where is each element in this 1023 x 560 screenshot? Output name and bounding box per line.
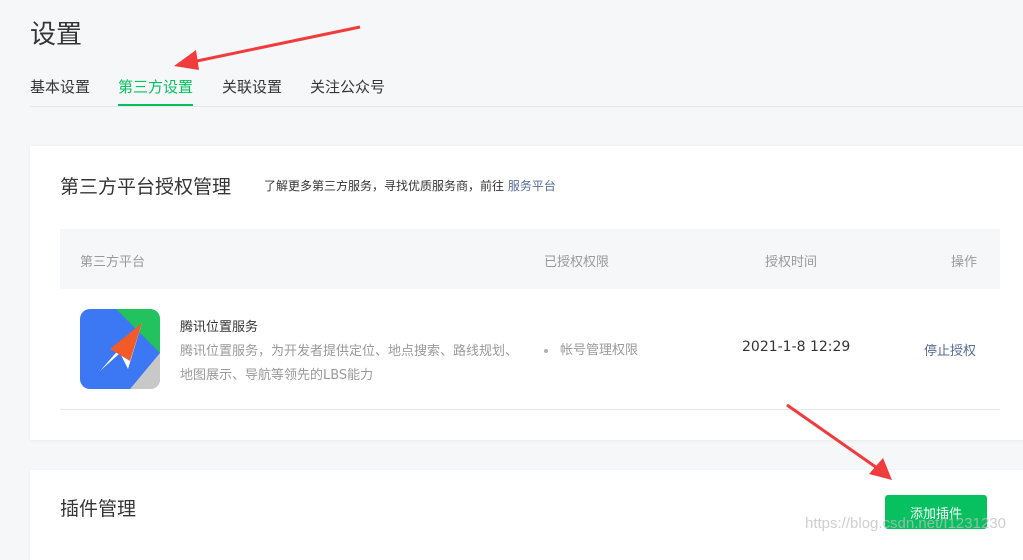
add-plugin-button[interactable]: 添加插件: [885, 495, 987, 529]
tab-bar: 基本设置 第三方设置 关联设置 关注公众号: [30, 66, 1023, 107]
tab-third-party-settings[interactable]: 第三方设置: [118, 76, 194, 106]
plugin-management-card: 插件管理 添加插件: [30, 470, 1023, 560]
authorization-time: 2021-1-8 12:29: [742, 339, 851, 355]
third-party-auth-desc: 了解更多第三方服务，寻找优质服务商，前往 服务平台: [264, 177, 556, 194]
tab-basic-settings[interactable]: 基本设置: [30, 76, 90, 106]
plugin-management-title: 插件管理: [60, 498, 137, 520]
tencent-location-service-icon: [80, 309, 160, 389]
app-name: 腾讯位置服务: [180, 320, 259, 335]
column-header-action: 操作: [951, 255, 978, 270]
third-party-auth-title: 第三方平台授权管理: [60, 176, 232, 198]
column-header-time: 授权时间: [765, 255, 818, 270]
column-header-permissions: 已授权权限: [544, 255, 610, 270]
app-description: 腾讯位置服务，为开发者提供定位、地点搜索、路线规划、地图展示、导航等领先的LBS…: [180, 344, 519, 383]
table-header: 第三方平台 已授权权限 授权时间 操作: [60, 229, 1000, 289]
bullet-icon: [544, 348, 548, 353]
page-title: 设置: [30, 20, 83, 50]
table-row: 腾讯位置服务 腾讯位置服务，为开发者提供定位、地点搜索、路线规划、地图展示、导航…: [60, 289, 1000, 410]
tab-follow-official-account[interactable]: 关注公众号: [310, 76, 385, 106]
permission-label: 帐号管理权限: [560, 343, 639, 358]
permission-item: 帐号管理权限: [544, 339, 638, 358]
service-platform-link[interactable]: 服务平台: [508, 179, 556, 193]
revoke-authorization-link[interactable]: 停止授权: [924, 340, 976, 359]
desc-text: 了解更多第三方服务，寻找优质服务商，前往: [264, 179, 505, 193]
column-header-platform: 第三方平台: [80, 255, 146, 270]
arrow-to-tab-icon: [174, 25, 361, 70]
tab-linked-settings[interactable]: 关联设置: [222, 76, 282, 106]
third-party-auth-card: 第三方平台授权管理 了解更多第三方服务，寻找优质服务商，前往 服务平台 第三方平…: [30, 146, 1023, 440]
